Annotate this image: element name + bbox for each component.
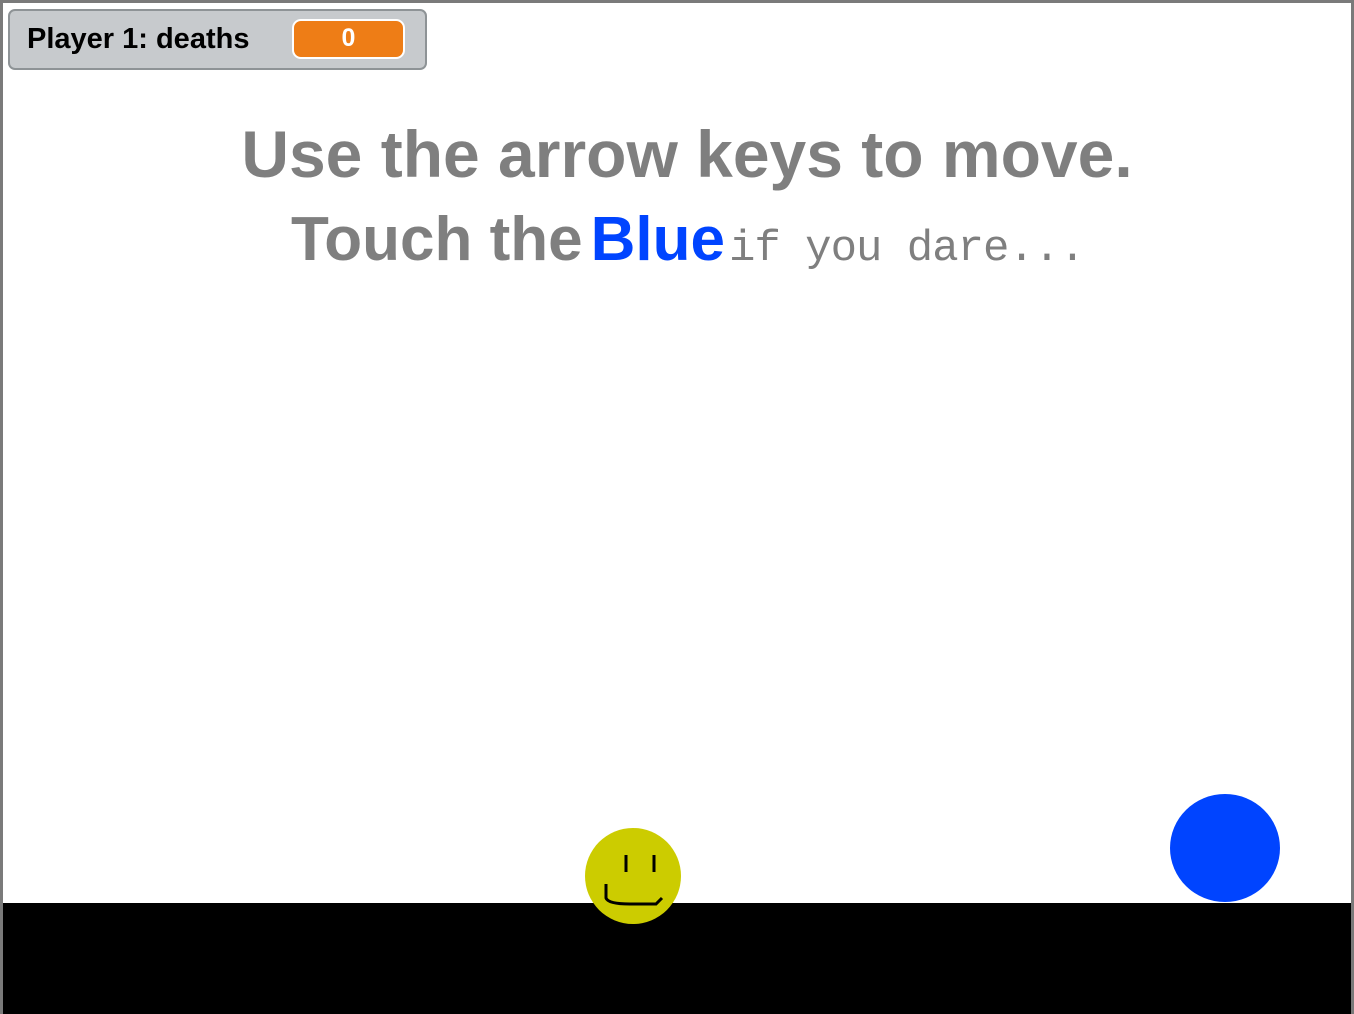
instruction-line-2: Touch the Blueif you dare... [291,201,1086,295]
player-smiley-icon[interactable] [584,826,682,924]
game-stage[interactable]: Player 1: deaths 0 Use the arrow keys to… [0,0,1354,1014]
blue-ball-enemy [1170,794,1280,902]
instruction-dare-text: if you dare... [728,224,1086,274]
instruction-blue-word: Blue [590,205,725,274]
variable-monitor: Player 1: deaths 0 [8,9,427,70]
deaths-counter: 0 [292,19,405,59]
monitor-label: Player 1: deaths [27,23,250,55]
instruction-line-1: Use the arrow keys to move. [241,117,1133,191]
instruction-touch-text: Touch the [291,205,583,274]
player-body [585,828,681,924]
